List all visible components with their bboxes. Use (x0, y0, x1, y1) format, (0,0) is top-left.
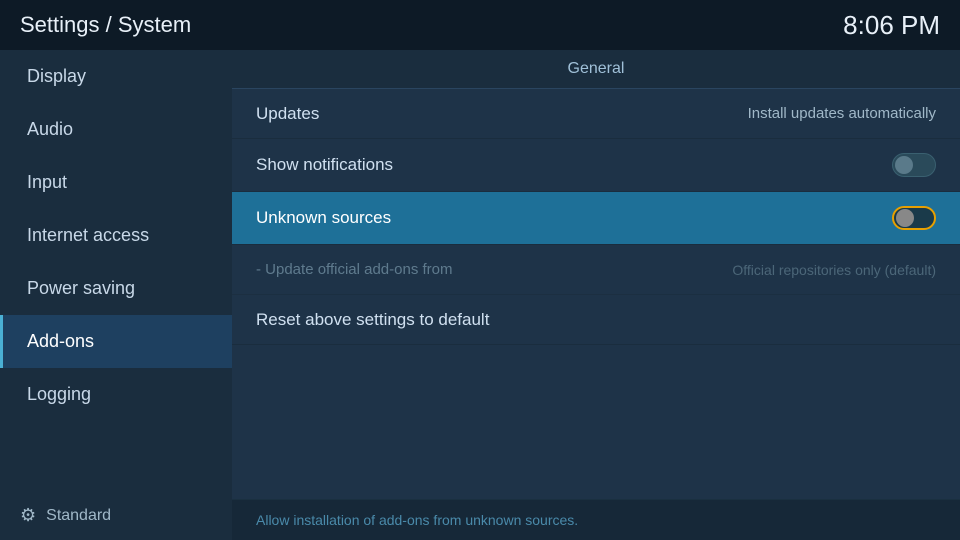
sidebar-item-input[interactable]: Input (0, 156, 232, 209)
setting-row-reset[interactable]: Reset above settings to default (232, 295, 960, 345)
setting-label-update-official: - Update official add-ons from (256, 261, 453, 278)
setting-value-updates: Install updates automatically (748, 105, 936, 122)
toggle-show-notifications[interactable] (892, 153, 936, 177)
setting-label-show-notifications: Show notifications (256, 155, 393, 175)
gear-icon: ⚙ (20, 505, 36, 526)
setting-row-unknown-sources[interactable]: Unknown sources (232, 192, 960, 245)
setting-label-updates: Updates (256, 104, 319, 124)
setting-label-unknown-sources: Unknown sources (256, 208, 391, 228)
section-header: General (232, 50, 960, 89)
clock: 8:06 PM (843, 10, 940, 41)
header: Settings / System 8:06 PM (0, 0, 960, 50)
toggle-unknown-sources[interactable] (892, 206, 936, 230)
sidebar-bottom: ⚙ Standard (0, 491, 232, 540)
setting-row-update-official[interactable]: - Update official add-ons from Official … (232, 245, 960, 295)
main-layout: Display Audio Input Internet access Powe… (0, 50, 960, 540)
sidebar-item-add-ons[interactable]: Add-ons (0, 315, 232, 368)
sidebar-item-logging[interactable]: Logging (0, 368, 232, 421)
setting-label-reset: Reset above settings to default (256, 310, 489, 330)
footer-hint: Allow installation of add-ons from unkno… (232, 499, 960, 540)
standard-label: Standard (46, 507, 111, 525)
sidebar: Display Audio Input Internet access Powe… (0, 50, 232, 540)
content-area: General Updates Install updates automati… (232, 50, 960, 540)
setting-value-update-official: Official repositories only (default) (732, 262, 936, 278)
sidebar-item-internet-access[interactable]: Internet access (0, 209, 232, 262)
settings-list: Updates Install updates automatically Sh… (232, 89, 960, 499)
page-title: Settings / System (20, 12, 191, 38)
sidebar-item-audio[interactable]: Audio (0, 103, 232, 156)
sidebar-item-power-saving[interactable]: Power saving (0, 262, 232, 315)
sidebar-item-display[interactable]: Display (0, 50, 232, 103)
setting-row-show-notifications[interactable]: Show notifications (232, 139, 960, 192)
setting-row-updates[interactable]: Updates Install updates automatically (232, 89, 960, 139)
